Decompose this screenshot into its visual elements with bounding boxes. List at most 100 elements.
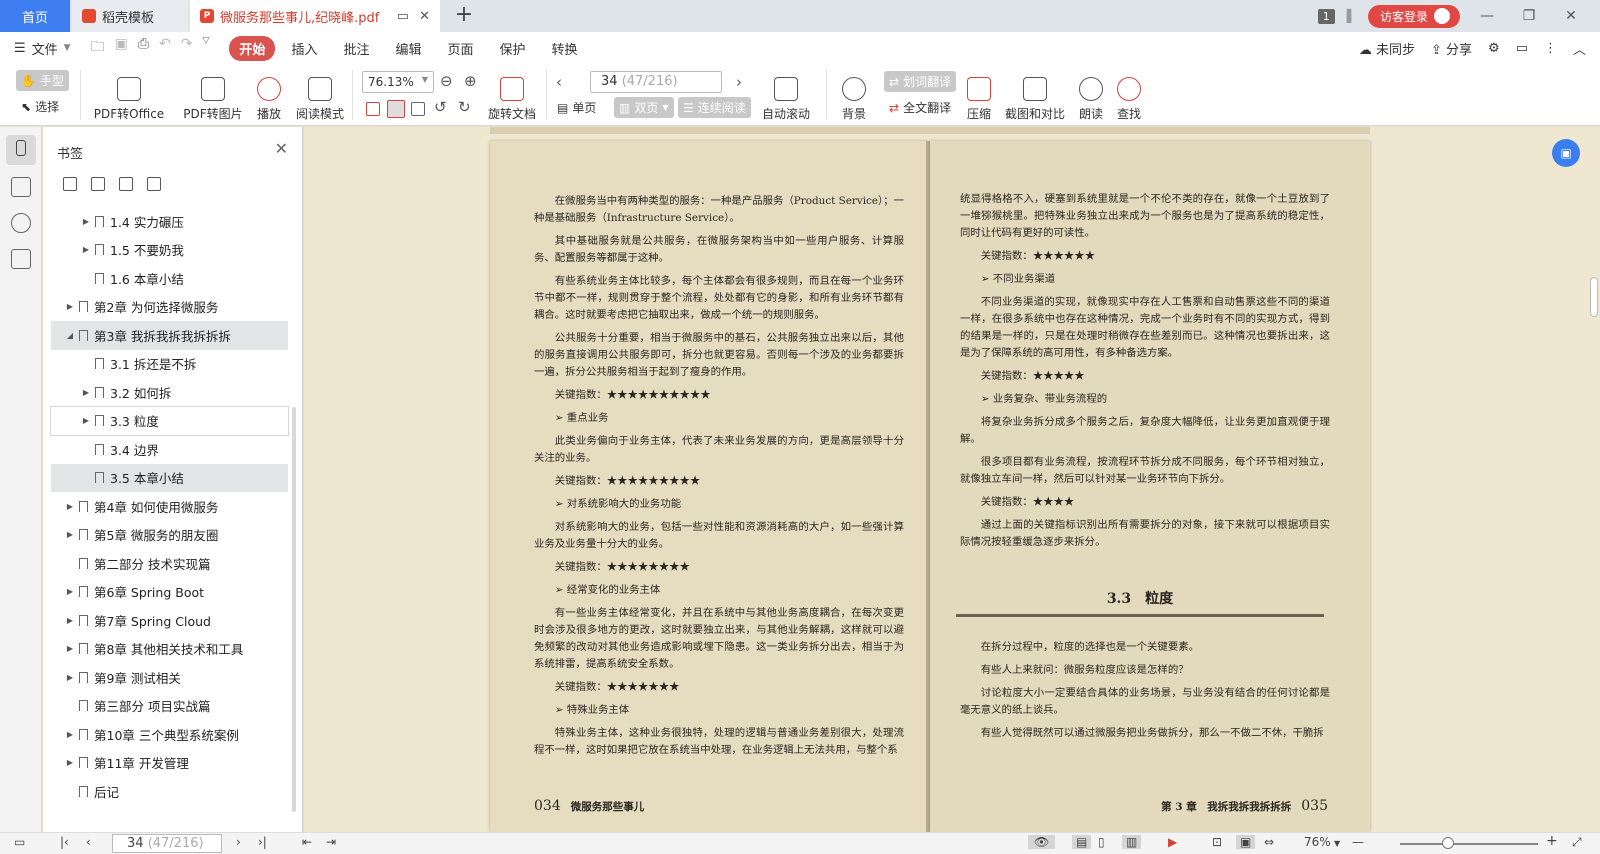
bookmark-item[interactable]: ▶ 1.4 实力碾压 (51, 207, 288, 236)
next-page-icon[interactable]: › (736, 73, 742, 91)
tab-start[interactable]: 开始 (229, 35, 276, 61)
expand-arrow-icon[interactable]: ▶ (65, 530, 75, 539)
bookmark-item[interactable]: ▶ 第4章 如何使用微服务 (51, 492, 288, 521)
bookmark-item[interactable]: 第二部分 技术实现篇 (51, 549, 288, 578)
settings-icon[interactable]: ⚙ (1488, 41, 1500, 56)
tab-page[interactable]: 页面 (437, 36, 483, 61)
word-translate-button[interactable]: ⇄ 划词翻译 (884, 71, 957, 92)
tab-document[interactable]: P 微服务那些事儿,纪晓峰.pdf ▭ ✕ (190, 0, 440, 32)
thumbnail-icon[interactable] (11, 177, 31, 197)
bookmark-item[interactable]: ◢ 第3章 我拆我拆我拆拆拆 (51, 321, 288, 350)
save-icon[interactable]: ▣ (115, 36, 128, 60)
customize-icon[interactable]: ▽ (203, 36, 210, 60)
read-mode-button[interactable]: 阅读模式 (294, 70, 346, 122)
attachment-icon[interactable] (11, 213, 31, 233)
expand-arrow-icon[interactable]: ▶ (65, 673, 75, 682)
share-button[interactable]: ⇪ 分享 (1431, 39, 1472, 58)
find-button[interactable]: 查找 (1114, 70, 1144, 122)
expand-arrow-icon[interactable]: ▶ (81, 245, 91, 254)
expand-arrow-icon[interactable]: ◢ (65, 331, 75, 340)
tab-protect[interactable]: 保护 (490, 36, 536, 61)
expand-arrow-icon[interactable]: ▶ (81, 217, 91, 226)
fit-page-icon[interactable] (387, 100, 405, 118)
tab-close-icon[interactable]: ✕ (419, 9, 430, 24)
bookmark-item[interactable]: ▶ 3.2 如何拆 (51, 378, 288, 407)
collapse-all-icon[interactable] (91, 177, 105, 191)
bookmark-item[interactable]: ▶ 第8章 其他相关技术和工具 (51, 635, 288, 664)
delete-bookmark-icon[interactable] (147, 177, 161, 191)
zoom-in-icon[interactable]: + (1546, 833, 1558, 849)
forward-icon[interactable]: ⇥ (326, 835, 336, 849)
pdf-to-image-button[interactable]: PDF转图片 (182, 70, 244, 122)
bookmark-item[interactable]: 1.6 本章小结 (51, 264, 288, 293)
read-aloud-button[interactable]: 朗读 (1076, 70, 1106, 122)
continuous-read-button[interactable]: ☰ 连续阅读 (678, 97, 751, 118)
window-layout-icon[interactable]: ▌ (1347, 9, 1356, 23)
chevron-down-icon[interactable]: ▼ (1334, 839, 1340, 848)
background-button[interactable]: 背景 (836, 70, 872, 122)
first-page-icon[interactable]: |‹ (60, 835, 69, 849)
actual-size-icon[interactable] (366, 102, 380, 116)
bookmark-item[interactable]: 后记 (51, 777, 288, 806)
tab-annotate[interactable]: 批注 (333, 36, 379, 61)
new-tab-button[interactable]: + (452, 4, 476, 28)
expand-arrow-icon[interactable]: ▶ (65, 587, 75, 596)
fit-width-icon[interactable]: ⇔ (1264, 835, 1274, 849)
hand-tool-button[interactable]: ✋ 手型 (16, 70, 69, 91)
collapse-ribbon-icon[interactable]: ︿ (1573, 39, 1586, 58)
rotate-right-icon[interactable]: ↻ (458, 98, 471, 116)
expand-arrow-icon[interactable]: ▶ (65, 302, 75, 311)
rotate-document-button[interactable]: 旋转文档 (486, 70, 538, 122)
tab-template[interactable]: 稻壳模板 (72, 0, 188, 32)
play-icon[interactable]: ▶ (1168, 835, 1177, 849)
select-tool-button[interactable]: ⬉ 选择 (16, 96, 64, 117)
window-count-badge[interactable]: 1 (1317, 8, 1335, 24)
bookmark-item[interactable]: ▶ 第6章 Spring Boot (51, 578, 288, 607)
zoom-out-icon[interactable]: — (1352, 835, 1364, 849)
bookmark-item[interactable]: ▶ 第5章 微服务的朋友圈 (51, 521, 288, 550)
expand-arrow-icon[interactable]: ▶ (65, 502, 75, 511)
bookmark-item[interactable]: 3.5 本章小结 (51, 463, 288, 492)
bookmark-item[interactable]: 第三部分 项目实战篇 (51, 692, 288, 721)
fit-width-icon[interactable] (411, 102, 425, 116)
expand-arrow-icon[interactable]: ▶ (81, 388, 91, 397)
bookmark-item[interactable]: ▶ 第11章 开发管理 (51, 749, 288, 778)
expand-all-icon[interactable] (63, 177, 77, 191)
last-page-icon[interactable]: ›| (258, 835, 267, 849)
double-view-icon[interactable]: ▥ (1122, 835, 1142, 849)
comment-icon[interactable]: ▭ (1516, 41, 1528, 56)
auto-scroll-button[interactable]: 自动滚动 (756, 70, 816, 122)
tab-convert[interactable]: 转换 (542, 36, 588, 61)
bookmark-item[interactable]: ▶ 第2章 为何选择微服务 (51, 293, 288, 322)
single-page-button[interactable]: ▤ 单页 (552, 97, 601, 118)
close-icon[interactable]: ✕ (275, 139, 288, 158)
eye-protection-icon[interactable]: 👁 (1028, 835, 1056, 849)
full-translate-button[interactable]: ⇄ 全文翻译 (884, 97, 956, 118)
zoom-slider-knob[interactable] (1442, 837, 1454, 849)
prev-page-icon[interactable]: ‹ (86, 835, 91, 849)
expand-arrow-icon[interactable]: ▶ (65, 730, 75, 739)
bookmark-item[interactable]: 3.4 边界 (51, 435, 288, 464)
print-icon[interactable]: ⎙ (138, 36, 149, 60)
fit-page-icon[interactable]: ▣ (1236, 835, 1256, 849)
undo-icon[interactable]: ↶ (159, 36, 171, 60)
play-button[interactable]: 播放 (252, 70, 286, 122)
sync-status[interactable]: ☁ 未同步 (1359, 39, 1415, 58)
tab-float-icon[interactable]: ▭ (397, 9, 409, 24)
add-bookmark-icon[interactable] (119, 177, 133, 191)
back-icon[interactable]: ⇤ (302, 835, 312, 849)
expand-arrow-icon[interactable]: ▶ (65, 758, 75, 767)
double-page-button[interactable]: ▥ 双页 ▼ (614, 97, 674, 118)
page-number-input[interactable]: 34 (47/216) (590, 71, 722, 93)
tab-home[interactable]: 首页 (0, 0, 70, 32)
bookmark-item[interactable]: ▶ 第7章 Spring Cloud (51, 606, 288, 635)
continuous-view-icon[interactable]: ▤ (1072, 835, 1092, 849)
open-folder-icon[interactable]: 🗀 (91, 36, 105, 60)
expand-arrow-icon[interactable]: ▶ (65, 616, 75, 625)
tab-edit[interactable]: 编辑 (385, 36, 431, 61)
more-icon[interactable]: ⋮ (1544, 41, 1557, 56)
bookmark-scrollbar[interactable] (292, 407, 296, 812)
tab-insert[interactable]: 插入 (281, 36, 327, 61)
floating-convert-icon[interactable]: ▣ (1552, 139, 1580, 167)
file-menu[interactable]: ☰ 文件 ▼ (14, 39, 71, 58)
